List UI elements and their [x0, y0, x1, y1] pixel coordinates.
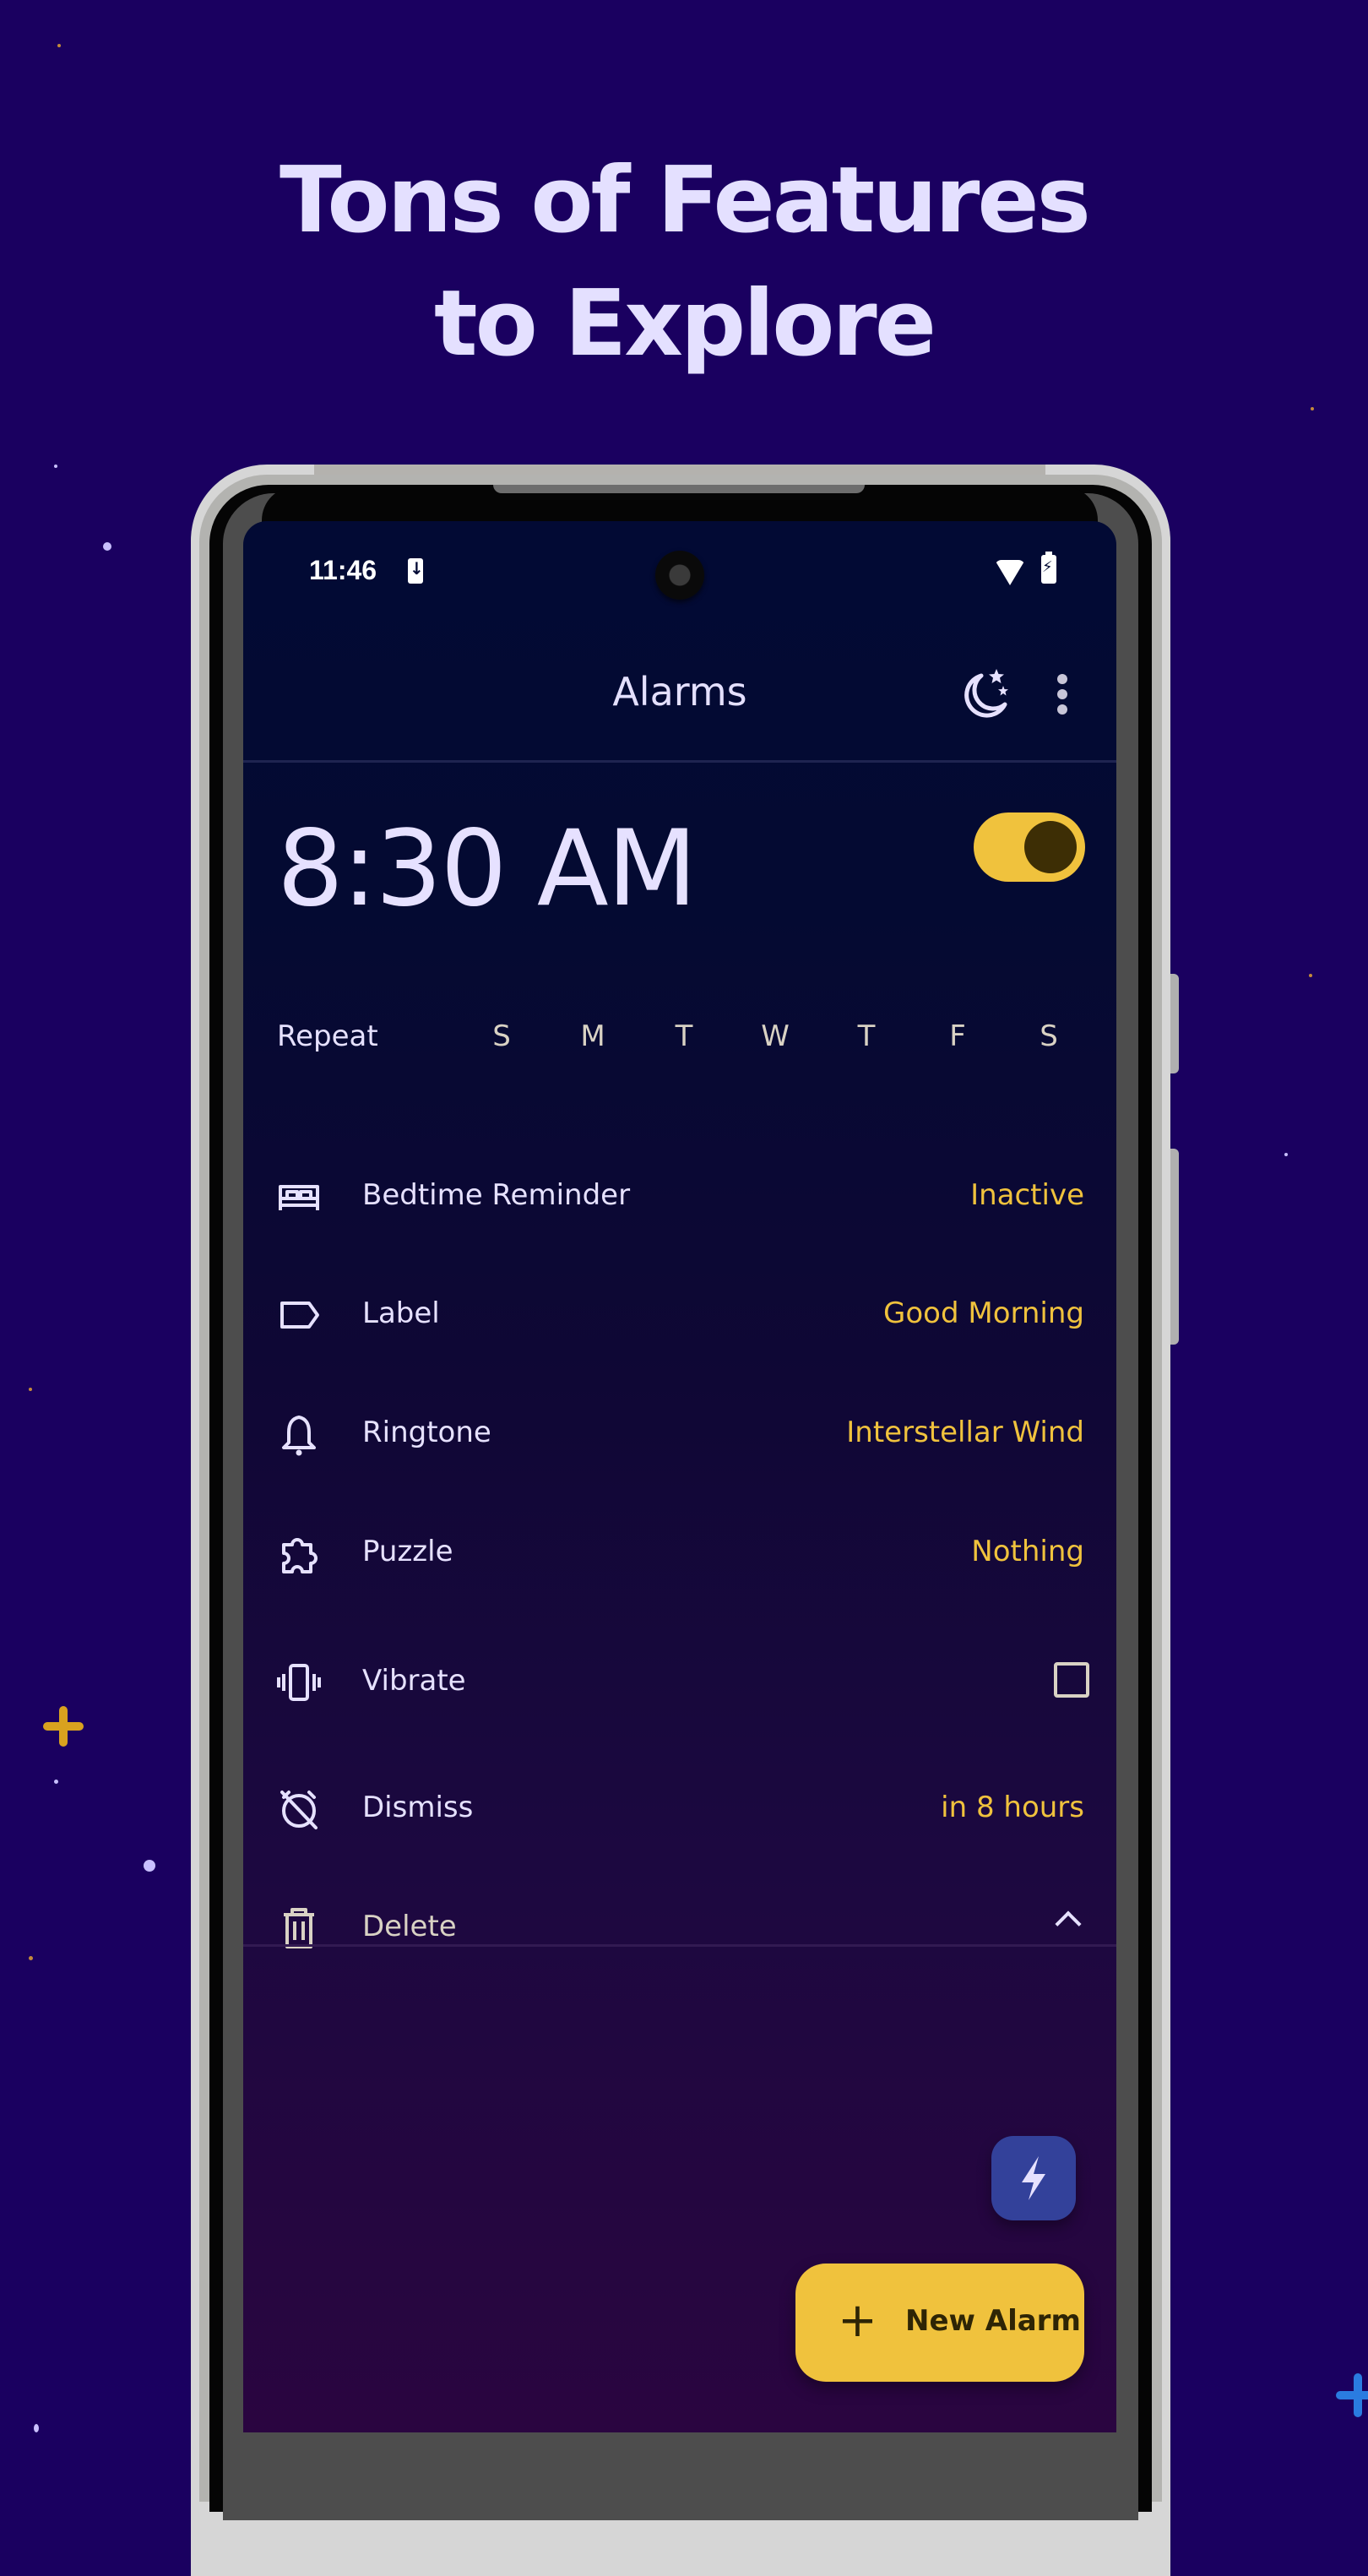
repeat-label: Repeat [277, 1019, 378, 1053]
background-star [29, 1956, 33, 1960]
phone-power-button [1170, 1149, 1179, 1345]
more-options-button[interactable] [1045, 660, 1079, 728]
setting-label-row[interactable]: Label Good Morning [243, 1273, 1116, 1357]
promo-headline: Tons of Features to Explore [0, 139, 1368, 386]
background-star [1284, 1153, 1288, 1156]
toggle-knob [1024, 821, 1077, 873]
background-star [103, 542, 111, 551]
setting-puzzle[interactable]: Puzzle Nothing [243, 1511, 1116, 1595]
setting-label: Label [362, 1296, 440, 1330]
background-star [1311, 407, 1314, 410]
headline-line-1: Tons of Features [280, 148, 1091, 253]
sparkle-icon [43, 1706, 84, 1747]
more-options-icon [1057, 689, 1067, 699]
collapse-chevron-icon[interactable] [1055, 1910, 1082, 1937]
setting-label: Bedtime Reminder [362, 1178, 631, 1212]
day-toggle-thursday[interactable]: T [841, 1019, 892, 1053]
setting-label: Ringtone [362, 1416, 491, 1449]
more-options-icon [1057, 704, 1067, 715]
setting-dismiss[interactable]: Dismiss in 8 hours [243, 1767, 1116, 1851]
plus-icon: + [838, 2293, 877, 2348]
download-icon [408, 558, 424, 584]
phone-speaker-grill [493, 485, 865, 493]
background-star [54, 465, 57, 468]
setting-bedtime-reminder[interactable]: Bedtime Reminder Inactive [243, 1155, 1116, 1239]
label-tag-icon [280, 1302, 319, 1329]
day-toggle-sunday[interactable]: S [476, 1019, 527, 1053]
alarm-time[interactable]: 8:30 AM [277, 808, 698, 930]
new-alarm-label: New Alarm [905, 2304, 1081, 2338]
background-star [54, 1780, 58, 1784]
setting-delete[interactable]: Delete [243, 1886, 1116, 1970]
bed-icon [279, 1185, 319, 1210]
setting-label: Dismiss [362, 1791, 474, 1824]
setting-value: Good Morning [883, 1296, 1084, 1330]
status-time: 11:46 [309, 555, 377, 585]
setting-value: Interstellar Wind [846, 1416, 1084, 1449]
front-camera [655, 551, 704, 600]
alarm-enabled-toggle[interactable] [974, 812, 1085, 882]
bedtime-button[interactable] [953, 660, 1020, 728]
more-options-icon [1057, 674, 1067, 684]
background-star [29, 1388, 32, 1391]
setting-label: Puzzle [362, 1535, 453, 1568]
battery-charging-icon [1041, 552, 1056, 584]
headline-line-2: to Explore [434, 271, 936, 377]
setting-label: Vibrate [362, 1664, 466, 1698]
setting-ringtone[interactable]: Ringtone Interstellar Wind [243, 1392, 1116, 1476]
quick-alarm-button[interactable] [991, 2136, 1076, 2220]
phone-screen: 11:46 Alarms 8:30 AM Repeat S M T W T [243, 521, 1116, 2432]
setting-value: Nothing [971, 1535, 1084, 1568]
setting-vibrate[interactable]: Vibrate [243, 1640, 1116, 1725]
alarm-card-divider [243, 1944, 1116, 1947]
alarm-off-icon [280, 1791, 318, 1829]
bedtime-moon-icon [964, 669, 1008, 718]
status-bar: 11:46 [243, 521, 1116, 622]
sparkle-icon [1336, 2373, 1368, 2417]
background-star [1309, 974, 1312, 977]
app-bar: Alarms [243, 635, 1116, 762]
day-toggle-tuesday[interactable]: T [659, 1019, 709, 1053]
repeat-row: Repeat S M T W T F S [243, 1007, 1116, 1066]
background-star [144, 1860, 155, 1872]
bell-icon [282, 1416, 316, 1456]
puzzle-icon [282, 1538, 318, 1573]
setting-value: in 8 hours [941, 1791, 1084, 1824]
day-toggle-saturday[interactable]: S [1023, 1019, 1074, 1053]
day-toggle-wednesday[interactable]: W [750, 1019, 801, 1053]
app-bar-divider [243, 760, 1116, 763]
background-star [57, 44, 61, 47]
vibrate-icon [277, 1664, 321, 1701]
new-alarm-button[interactable]: + New Alarm [795, 2264, 1084, 2382]
setting-label: Delete [362, 1910, 457, 1943]
day-toggle-friday[interactable]: F [932, 1019, 983, 1053]
wifi-icon [995, 560, 1025, 585]
day-toggle-monday[interactable]: M [567, 1019, 618, 1053]
lightning-bolt-icon [1022, 2156, 1045, 2200]
setting-value: Inactive [970, 1178, 1084, 1212]
background-star [34, 2424, 39, 2432]
phone-volume-button [1170, 974, 1179, 1073]
vibrate-checkbox[interactable] [1054, 1662, 1089, 1698]
